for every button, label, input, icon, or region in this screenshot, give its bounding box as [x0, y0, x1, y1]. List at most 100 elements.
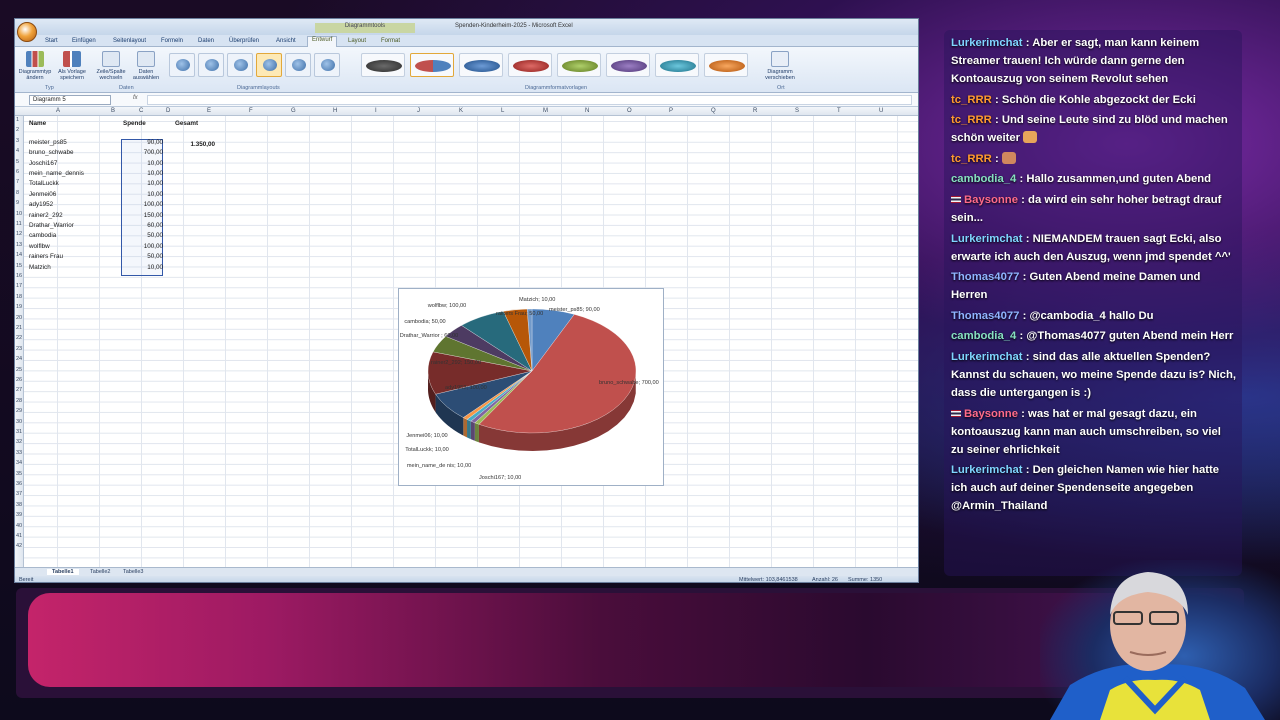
chat-username[interactable]: Thomas4077 [951, 310, 1019, 322]
switch-row-column-button[interactable]: Zeile/Spalte wechseln [94, 51, 128, 81]
chart-layout-3-icon[interactable] [227, 53, 253, 77]
row-header-20[interactable]: 20 [16, 315, 22, 321]
column-header-a[interactable]: A [56, 108, 60, 114]
chart-style-8[interactable] [704, 53, 748, 77]
chart-layout-2-icon[interactable] [198, 53, 224, 77]
donor-name-cell[interactable]: rainer2_292 [29, 212, 63, 219]
row-header-22[interactable]: 22 [16, 335, 22, 341]
tab-einfuegen[interactable]: Einfügen [72, 38, 96, 44]
row-header-11[interactable]: 11 [16, 221, 22, 227]
row-header-27[interactable]: 27 [16, 387, 22, 393]
row-header-5[interactable]: 5 [16, 159, 19, 165]
header-gesamt[interactable]: Gesamt [175, 120, 198, 127]
chat-username[interactable]: cambodia_4 [951, 173, 1016, 185]
chart-style-6[interactable] [606, 53, 650, 77]
row-header-23[interactable]: 23 [16, 346, 22, 352]
chart-style-7[interactable] [655, 53, 699, 77]
row-header-17[interactable]: 17 [16, 283, 22, 289]
donor-name-cell[interactable]: Matzich [29, 264, 51, 271]
row-header-14[interactable]: 14 [16, 252, 22, 258]
row-header-13[interactable]: 13 [16, 242, 22, 248]
column-header-o[interactable]: O [627, 108, 632, 114]
row-header-28[interactable]: 28 [16, 398, 22, 404]
header-spende[interactable]: Spende [123, 120, 146, 127]
save-template-button[interactable]: Als Vorlage speichern [55, 51, 89, 81]
chat-username[interactable]: Thomas4077 [951, 271, 1019, 283]
chat-username[interactable]: tc_RRR [951, 114, 992, 126]
name-box[interactable]: Diagramm 5 [29, 95, 111, 105]
chat-username[interactable]: Baysonne [964, 408, 1018, 420]
tab-entwurf[interactable]: Entwurf [307, 36, 338, 47]
column-header-e[interactable]: E [207, 108, 211, 114]
chat-username[interactable]: cambodia_4 [951, 330, 1016, 342]
donor-name-cell[interactable]: meister_ps85 [29, 139, 67, 146]
donor-name-cell[interactable]: TotalLuckk [29, 180, 59, 187]
column-header-u[interactable]: U [879, 108, 883, 114]
chart-style-2[interactable] [410, 53, 454, 77]
chart-layout-1-icon[interactable] [169, 53, 195, 77]
column-header-h[interactable]: H [333, 108, 337, 114]
row-header-26[interactable]: 26 [16, 377, 22, 383]
row-header-25[interactable]: 25 [16, 367, 22, 373]
row-header-6[interactable]: 6 [16, 169, 19, 175]
chart-layout-5-icon[interactable] [285, 53, 311, 77]
row-header-34[interactable]: 34 [16, 460, 22, 466]
row-header-15[interactable]: 15 [16, 263, 22, 269]
row-header-1[interactable]: 1 [16, 117, 19, 123]
donation-amount-cell[interactable]: 10,00 [123, 191, 163, 198]
row-header-39[interactable]: 39 [16, 512, 22, 518]
chat-username[interactable]: Lurkerimchat [951, 37, 1023, 49]
row-header-3[interactable]: 3 [16, 138, 19, 144]
sheet-tab-2[interactable]: Tabelle2 [85, 569, 116, 575]
donation-amount-cell[interactable]: 100,00 [123, 243, 163, 250]
header-name[interactable]: Name [29, 120, 46, 127]
donation-amount-cell[interactable]: 10,00 [123, 170, 163, 177]
row-header-42[interactable]: 42 [16, 543, 22, 549]
donation-amount-cell[interactable]: 50,00 [123, 232, 163, 239]
donor-name-cell[interactable]: cambodia [29, 232, 56, 239]
row-header-38[interactable]: 38 [16, 502, 22, 508]
row-header-35[interactable]: 35 [16, 471, 22, 477]
worksheet-grid[interactable]: ABCDEFGHIJKLMNOPQRSTU 1 2 3 4 5 6 7 8 9 10 11 12 13 1… [15, 107, 918, 567]
chart-style-3[interactable] [459, 53, 503, 77]
column-header-t[interactable]: T [837, 108, 841, 114]
donor-name-cell[interactable]: ady1952 [29, 201, 53, 208]
row-header-41[interactable]: 41 [16, 533, 22, 539]
row-header-31[interactable]: 31 [16, 429, 22, 435]
row-header-40[interactable]: 40 [16, 523, 22, 529]
change-chart-type-button[interactable]: Diagrammtyp ändern [18, 51, 52, 81]
total-value[interactable]: 1.350,00 [175, 141, 215, 148]
tab-layout[interactable]: Layout [348, 38, 366, 44]
row-header-21[interactable]: 21 [16, 325, 22, 331]
column-header-g[interactable]: G [291, 108, 296, 114]
chat-username[interactable]: tc_RRR [951, 153, 992, 165]
chat-username[interactable]: tc_RRR [951, 94, 992, 106]
column-header-f[interactable]: F [249, 108, 253, 114]
row-header-29[interactable]: 29 [16, 408, 22, 414]
sheet-tab-3[interactable]: Tabelle3 [118, 569, 149, 575]
donor-name-cell[interactable]: wolflbw [29, 243, 50, 250]
row-header-9[interactable]: 9 [16, 200, 19, 206]
tab-start[interactable]: Start [45, 38, 58, 44]
row-header-10[interactable]: 10 [16, 211, 22, 217]
row-header-4[interactable]: 4 [16, 148, 19, 154]
donation-amount-cell[interactable]: 10,00 [123, 180, 163, 187]
column-header-n[interactable]: N [585, 108, 589, 114]
row-header-36[interactable]: 36 [16, 481, 22, 487]
formula-input[interactable] [147, 95, 912, 105]
move-chart-button[interactable]: Diagramm verschieben [763, 51, 797, 81]
tab-format[interactable]: Format [381, 38, 400, 44]
tab-formeln[interactable]: Formeln [161, 38, 183, 44]
donation-amount-cell[interactable]: 60,00 [123, 222, 163, 229]
row-header-32[interactable]: 32 [16, 439, 22, 445]
row-header-18[interactable]: 18 [16, 294, 22, 300]
column-header-j[interactable]: J [417, 108, 420, 114]
column-header-d[interactable]: D [166, 108, 170, 114]
donation-amount-cell[interactable]: 90,00 [123, 139, 163, 146]
chat-username[interactable]: Lurkerimchat [951, 351, 1023, 363]
donation-amount-cell[interactable]: 50,00 [123, 253, 163, 260]
tab-ueberpruefen[interactable]: Überprüfen [229, 38, 259, 44]
chat-username[interactable]: Lurkerimchat [951, 233, 1023, 245]
donor-name-cell[interactable]: bruno_schwabe [29, 149, 73, 156]
row-header-37[interactable]: 37 [16, 491, 22, 497]
